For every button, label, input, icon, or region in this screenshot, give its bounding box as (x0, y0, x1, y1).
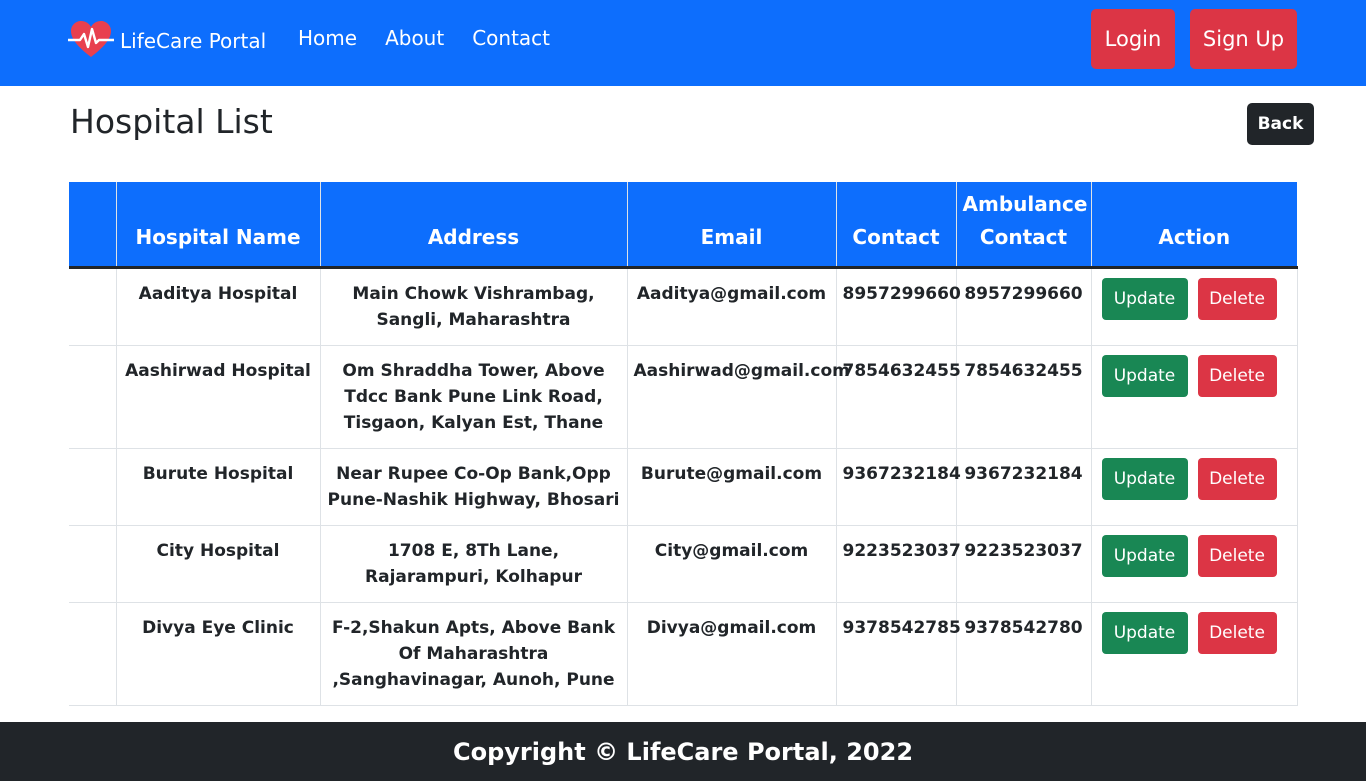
contact-cell: 9367232184 (835, 448, 961, 526)
update-button[interactable]: Update (1101, 278, 1188, 320)
address-cell: 1708 E, 8Th Lane, Rajarampuri, Kolhapur (319, 525, 628, 603)
hospital-name-cell: Aashirwad Hospital (115, 345, 321, 449)
ambulance-contact-cell: 9223523037 (955, 525, 1092, 603)
brand-name: LifeCare Portal (120, 29, 267, 53)
delete-button[interactable]: Delete (1197, 278, 1277, 320)
nav-contact-link[interactable]: Contact (472, 26, 550, 50)
address-cell: F-2,Shakun Apts, Above Bank Of Maharasht… (319, 602, 628, 706)
ambulance-contact-cell: 9367232184 (955, 448, 1092, 526)
email-cell: Burute@gmail.com (626, 448, 837, 526)
page-title: Hospital List (70, 102, 273, 141)
action-cell: Update Delete (1090, 602, 1298, 706)
address-cell: Near Rupee Co-Op Bank,Opp Pune-Nashik Hi… (319, 448, 628, 526)
email-cell: City@gmail.com (626, 525, 837, 603)
header-hospital-name: Hospital Name (115, 182, 320, 269)
table-header-row: Hospital Name Address Email Contact Ambu… (69, 182, 1297, 269)
address-cell: Om Shraddha Tower, Above Tdcc Bank Pune … (319, 345, 628, 449)
ambulance-contact-cell: 7854632455 (955, 345, 1092, 449)
nav-about-link[interactable]: About (385, 26, 444, 50)
table-row: Aaditya Hospital Main Chowk Vishrambag, … (69, 267, 1298, 346)
header-index (69, 182, 116, 269)
row-index-cell (69, 267, 117, 346)
brand-link[interactable]: LifeCare Portal (68, 20, 266, 62)
header-ambulance-contact: Ambulance Contact (955, 182, 1091, 269)
delete-button[interactable]: Delete (1197, 355, 1277, 397)
action-cell: Update Delete (1090, 345, 1298, 449)
back-button[interactable]: Back (1247, 103, 1314, 145)
action-cell: Update Delete (1090, 448, 1298, 526)
header-contact: Contact (835, 182, 956, 269)
table-row: Aashirwad Hospital Om Shraddha Tower, Ab… (69, 345, 1298, 449)
delete-button[interactable]: Delete (1197, 535, 1277, 577)
table-row: Divya Eye Clinic F-2,Shakun Apts, Above … (69, 602, 1298, 706)
hospital-name-cell: Aaditya Hospital (115, 267, 321, 346)
nav-links: Home About Contact (298, 26, 578, 50)
contact-cell: 7854632455 (835, 345, 961, 449)
email-cell: Divya@gmail.com (626, 602, 837, 706)
table-row: Burute Hospital Near Rupee Co-Op Bank,Op… (69, 448, 1298, 526)
row-index-cell (69, 345, 117, 449)
row-index-cell (69, 602, 117, 706)
email-cell: Aaditya@gmail.com (626, 267, 837, 346)
contact-cell: 8957299660 (835, 267, 961, 346)
address-cell: Main Chowk Vishrambag, Sangli, Maharasht… (319, 267, 628, 346)
login-button[interactable]: Login (1091, 9, 1175, 69)
nav-home-link[interactable]: Home (298, 26, 357, 50)
header-address: Address (319, 182, 627, 269)
ambulance-contact-cell: 8957299660 (955, 267, 1092, 346)
delete-button[interactable]: Delete (1197, 612, 1277, 654)
hospital-name-cell: Burute Hospital (115, 448, 321, 526)
hospital-name-cell: Divya Eye Clinic (115, 602, 321, 706)
row-index-cell (69, 448, 117, 526)
action-cell: Update Delete (1090, 525, 1298, 603)
update-button[interactable]: Update (1101, 535, 1188, 577)
table-row: City Hospital 1708 E, 8Th Lane, Rajaramp… (69, 525, 1298, 603)
header-action: Action (1090, 182, 1297, 269)
hospital-table: Hospital Name Address Email Contact Ambu… (69, 182, 1298, 706)
email-cell: Aashirwad@gmail.com (626, 345, 850, 449)
contact-cell: 9223523037 (835, 525, 961, 603)
contact-cell: 9378542785 (835, 602, 961, 706)
footer: Copyright © LifeCare Portal, 2022 (0, 722, 1366, 781)
update-button[interactable]: Update (1101, 458, 1188, 500)
heart-pulse-icon (68, 19, 114, 63)
action-cell: Update Delete (1090, 267, 1298, 346)
ambulance-contact-cell: 9378542780 (955, 602, 1092, 706)
signup-button[interactable]: Sign Up (1190, 9, 1297, 69)
row-index-cell (69, 525, 117, 603)
delete-button[interactable]: Delete (1197, 458, 1277, 500)
copyright-text: Copyright © LifeCare Portal, 2022 (452, 737, 914, 766)
navbar: LifeCare Portal Home About Contact Login… (0, 0, 1366, 86)
hospital-name-cell: City Hospital (115, 525, 321, 603)
update-button[interactable]: Update (1101, 355, 1188, 397)
header-email: Email (626, 182, 836, 269)
update-button[interactable]: Update (1101, 612, 1188, 654)
